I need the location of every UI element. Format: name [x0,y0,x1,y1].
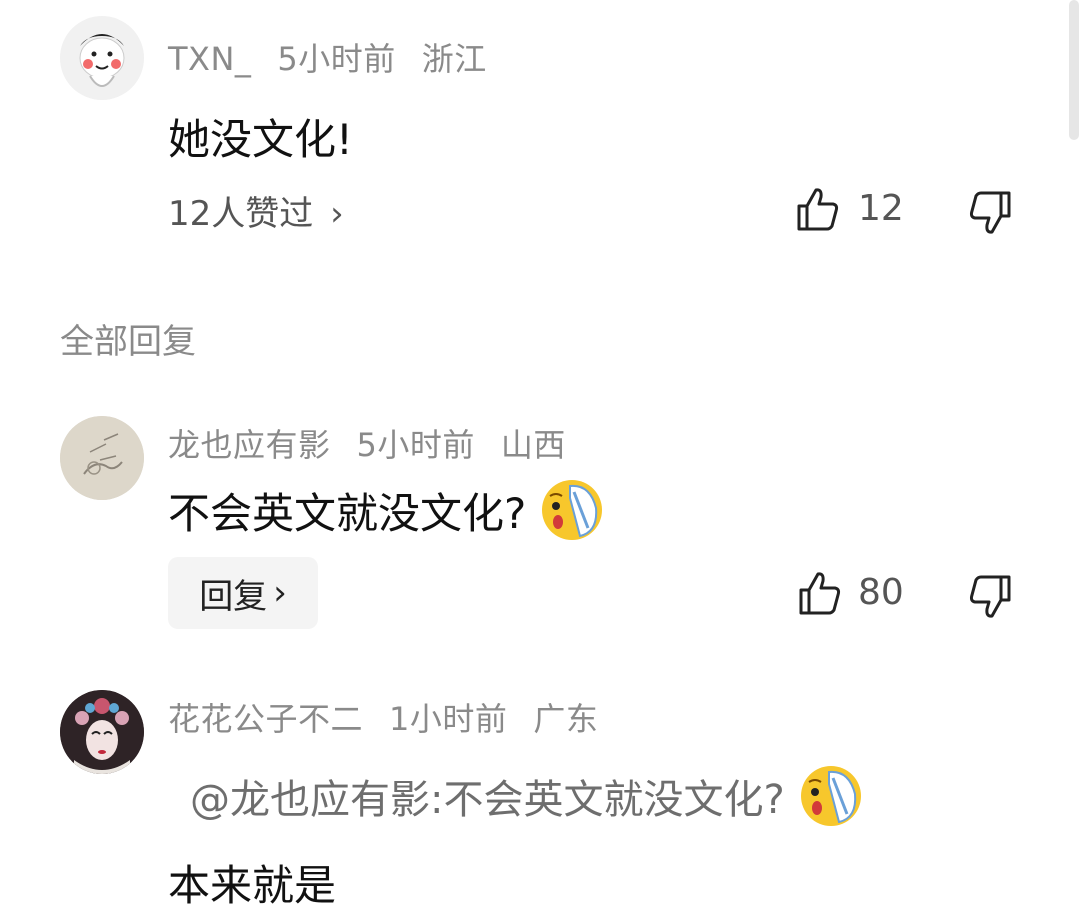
reply-button-label: 回复 [199,576,268,617]
avatar-txn[interactable] [60,16,144,100]
avatar-ink-painting-image [60,416,144,500]
reply-1-like-button[interactable] [798,570,842,620]
reply-1-timestamp: 5小时前 [356,426,475,464]
reply-1-dislike-button[interactable] [968,574,1012,624]
dislike-button[interactable] [968,190,1012,240]
location: 浙江 [421,40,487,78]
reply-1-meta: 龙也应有影 5小时前 山西 [168,420,592,466]
reply-1-text-row[interactable]: 不会英文就没文化? [168,478,604,542]
reply-2-text[interactable]: 本来就是 [168,852,336,913]
reply-1-like-count: 80 [858,572,904,613]
reply-button[interactable]: 回复 › [168,557,318,629]
username[interactable]: TXN_ [168,40,251,78]
like-button[interactable] [796,186,840,236]
reply-2-quote[interactable]: @龙也应有影:不会英文就没文化? [190,764,863,828]
reply-2-location: 广东 [533,700,599,738]
reply-1-username[interactable]: 龙也应有影 [168,426,331,464]
reply-1-text: 不会英文就没文化? [168,488,527,538]
avatar-opera-portrait-image [60,690,144,774]
reply-2-username[interactable]: 花花公子不二 [168,700,363,738]
thumbs-up-icon [797,188,839,231]
comment-text[interactable]: 她没文化! [168,106,353,167]
avatar-cartoon-image [60,16,144,100]
comment-meta: TXN_ 5小时前 浙江 [168,34,513,80]
replies-header: 全部回复 [60,322,196,362]
chevron-right-icon: › [330,194,344,234]
thumbs-down-icon [969,575,1011,618]
avatar-reply-1[interactable] [60,416,144,500]
reply-2-quote-text: @龙也应有影:不会英文就没文化? [190,777,785,823]
avatar-reply-2[interactable] [60,690,144,774]
reply-1-location: 山西 [500,426,566,464]
thumbs-down-icon [969,191,1011,234]
thumbs-up-icon [799,572,841,615]
like-count: 12 [858,188,904,229]
reply-2-meta: 花花公子不二 1小时前 广东 [168,694,624,740]
likers-text: 12人赞过 [168,194,314,234]
timestamp: 5小时前 [277,40,396,78]
scrollbar[interactable] [1069,0,1079,140]
crying-face-emoji-icon [542,480,603,540]
chevron-right-icon: › [273,573,287,613]
likers-link[interactable]: 12人赞过 › [168,186,344,235]
crying-face-emoji-icon [800,766,861,826]
reply-2-timestamp: 1小时前 [389,700,508,738]
